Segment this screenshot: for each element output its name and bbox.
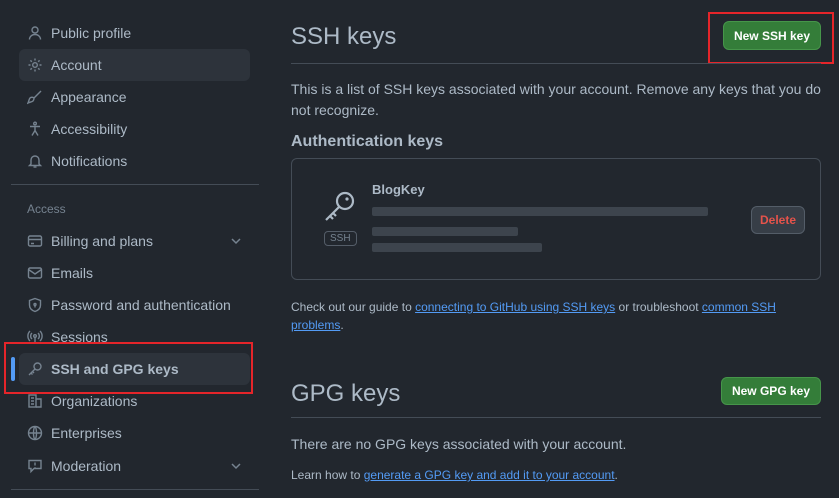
sidebar-item-label: Moderation [51, 458, 122, 474]
ssh-description: This is a list of SSH keys associated wi… [291, 81, 821, 118]
sidebar-section-access: Access [27, 202, 66, 216]
sidebar-divider [11, 184, 259, 185]
sidebar-item-emails[interactable]: Emails [19, 257, 250, 289]
section-divider [291, 63, 821, 64]
gpg-learn-text: Learn how to generate a GPG key and add … [291, 468, 618, 482]
organization-icon [19, 393, 51, 409]
highlight-annotation [4, 342, 253, 394]
gpg-learn-link[interactable]: generate a GPG key and add it to your ac… [364, 468, 615, 482]
sidebar-item-label: Public profile [51, 25, 132, 41]
person-icon [19, 25, 51, 41]
sidebar-item-notifications[interactable]: Notifications [19, 145, 250, 177]
sidebar-item-enterprises[interactable]: Enterprises [19, 417, 250, 449]
credit-card-icon [19, 233, 51, 249]
ssh-guide-text: Check out our guide to connecting to Git… [291, 300, 776, 332]
accessibility-icon [19, 121, 51, 137]
gear-icon [19, 57, 51, 73]
redacted-fingerprint [372, 207, 708, 216]
chevron-down-icon[interactable] [222, 460, 250, 472]
sidebar-item-label: Accessibility [51, 121, 128, 137]
sidebar-item-label: Emails [51, 265, 94, 281]
auth-keys-heading: Authentication keys [291, 133, 444, 150]
delete-key-button[interactable]: Delete [751, 206, 805, 234]
sidebar-divider [11, 489, 259, 490]
shield-lock-icon [19, 297, 51, 313]
ssh-badge: SSH [324, 231, 357, 246]
key-icon [322, 189, 358, 228]
settings-sidebar: Public profile Account Appearance Access… [0, 0, 270, 498]
sidebar-item-accessibility[interactable]: Accessibility [19, 113, 250, 145]
section-divider [291, 417, 821, 418]
highlight-annotation [708, 12, 834, 64]
ssh-key-item: SSH BlogKey Delete [291, 158, 821, 280]
sidebar-item-label: Account [51, 57, 102, 73]
redacted-added-date [372, 227, 518, 236]
sidebar-item-label: Appearance [51, 89, 127, 105]
new-gpg-key-button[interactable]: New GPG key [721, 377, 821, 405]
sidebar-item-appearance[interactable]: Appearance [19, 81, 250, 113]
paintbrush-icon [19, 89, 51, 105]
chevron-down-icon[interactable] [222, 235, 250, 247]
sidebar-item-public-profile[interactable]: Public profile [19, 17, 250, 49]
ssh-guide-link[interactable]: connecting to GitHub using SSH keys [415, 300, 615, 314]
sidebar-item-label: Password and authentication [51, 297, 231, 313]
sidebar-item-moderation[interactable]: Moderation [19, 450, 250, 482]
sidebar-item-billing[interactable]: Billing and plans [19, 225, 250, 257]
gpg-keys-title: GPG keys [291, 380, 401, 407]
ssh-keys-title: SSH keys [291, 23, 397, 50]
sidebar-item-label: Enterprises [51, 425, 122, 441]
bell-icon [19, 153, 51, 169]
sidebar-item-label: Billing and plans [51, 233, 153, 249]
sidebar-item-password[interactable]: Password and authentication [19, 289, 250, 321]
mail-icon [19, 265, 51, 281]
sidebar-item-label: Organizations [51, 393, 138, 409]
redacted-last-used [372, 243, 542, 252]
report-icon [19, 458, 51, 474]
sidebar-item-account[interactable]: Account [19, 49, 250, 81]
gpg-empty-text: There are no GPG keys associated with yo… [291, 436, 627, 452]
globe-icon [19, 425, 51, 441]
ssh-key-name: BlogKey [372, 182, 425, 197]
sidebar-item-label: Notifications [51, 153, 128, 169]
